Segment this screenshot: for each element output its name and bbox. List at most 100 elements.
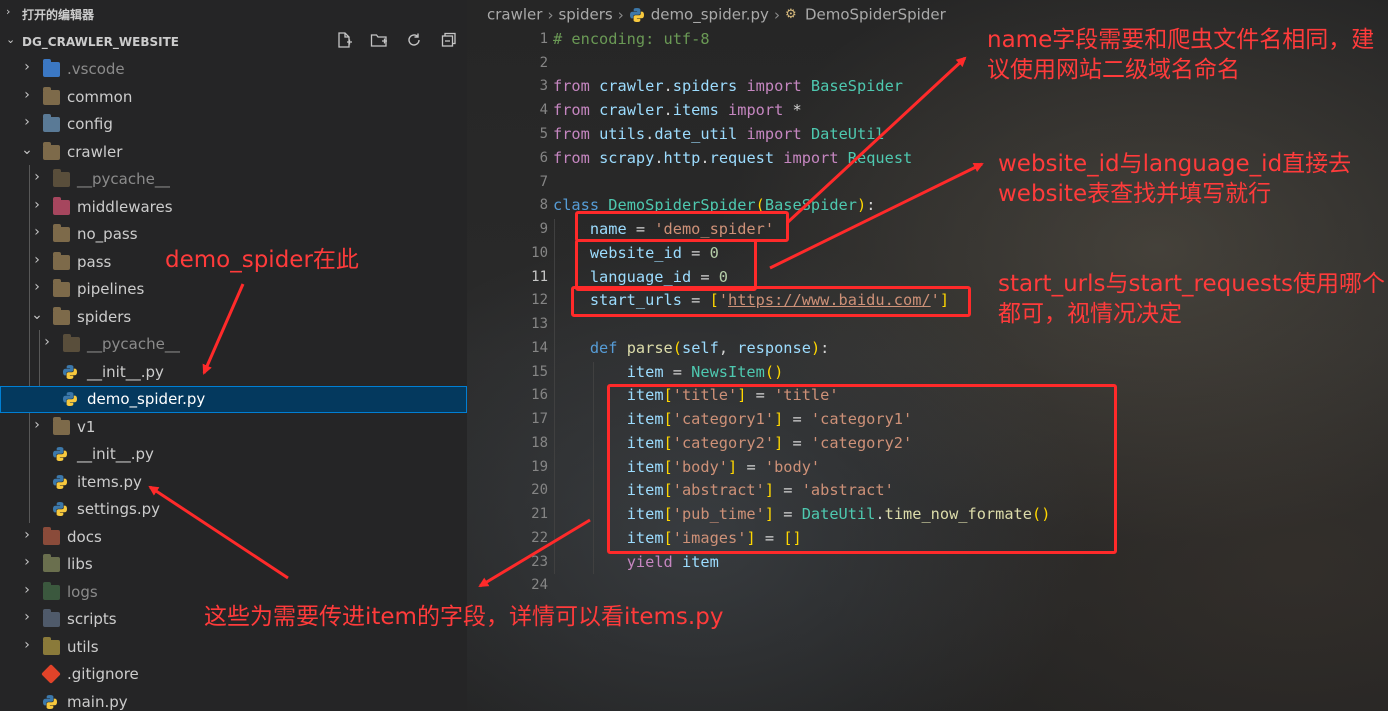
code-line[interactable]: from crawler.spiders import BaseSpider (553, 77, 903, 95)
new-folder-icon[interactable] (368, 31, 390, 53)
code-line[interactable]: from utils.date_util import DateUtil (553, 125, 885, 143)
chevron-right-icon: › (773, 5, 780, 24)
code-line[interactable]: yield item (553, 553, 719, 571)
tree-item-pycache-spiders[interactable]: › __pycache__ (0, 331, 467, 358)
python-file-icon (42, 694, 58, 710)
code-line[interactable]: item['abstract'] = 'abstract' (553, 481, 894, 499)
project-header[interactable]: ⌄ DG_CRAWLER_WEBSITE (0, 28, 467, 56)
code-line[interactable]: # encoding: utf-8 (553, 30, 710, 48)
tree-item-v1[interactable]: › v1 (0, 414, 467, 441)
folder-icon (63, 334, 80, 352)
project-label: DG_CRAWLER_WEBSITE (22, 35, 179, 49)
code-line[interactable]: def parse(self, response): (553, 339, 830, 357)
folder-open-icon (53, 307, 70, 325)
new-file-icon[interactable] (333, 31, 355, 53)
folder-icon (53, 169, 70, 187)
tree-item-label: __pycache__ (87, 335, 180, 353)
breadcrumb: crawler › spiders › demo_spider.py › ⚙ DemoSpid… (487, 5, 946, 24)
tree-item-config[interactable]: › config (0, 111, 467, 138)
code-line[interactable]: name = 'demo_spider' (553, 220, 774, 238)
breadcrumb-item[interactable]: DemoSpiderSpider (805, 6, 946, 24)
tree-item-init-spiders[interactable]: __init__.py (0, 359, 467, 386)
tree-item-label: v1 (77, 418, 96, 436)
line-number: 12 (531, 292, 548, 308)
python-file-icon (62, 391, 78, 407)
code-line[interactable]: class DemoSpiderSpider(BaseSpider): (553, 196, 875, 214)
tree-item-no-pass[interactable]: › no_pass (0, 221, 467, 248)
tree-item-label: common (67, 88, 133, 106)
tree-item-docs[interactable]: › docs (0, 524, 467, 551)
code-line[interactable]: language_id = 0 (553, 268, 728, 286)
line-number: 23 (531, 554, 548, 570)
breadcrumb-item[interactable]: demo_spider.py (651, 6, 769, 24)
tree-item-demo-spider[interactable]: demo_spider.py (0, 386, 467, 413)
chevron-right-icon: › (24, 609, 30, 625)
chevron-down-icon: ⌄ (6, 33, 16, 46)
line-number: 11 (531, 269, 548, 285)
tree-item-middlewares[interactable]: › middlewares (0, 194, 467, 221)
tree-item-init-crawler[interactable]: __init__.py (0, 441, 467, 468)
tree-item-crawler[interactable]: ⌄ crawler (0, 139, 467, 166)
chevron-right-icon: › (34, 224, 40, 240)
tree-item-utils[interactable]: › utils (0, 634, 467, 661)
chevron-right-icon: › (24, 582, 30, 598)
code-line[interactable]: item['body'] = 'body' (553, 458, 820, 476)
breadcrumb-item[interactable]: crawler (487, 6, 542, 24)
open-editors-header[interactable]: › 打开的编辑器 (0, 0, 467, 28)
code-line[interactable]: item['category1'] = 'category1' (553, 410, 913, 428)
line-number: 3 (539, 78, 548, 94)
line-number: 19 (531, 459, 548, 475)
code-line[interactable]: from crawler.items import * (553, 101, 802, 119)
code-editor[interactable]: crawler › spiders › demo_spider.py › ⚙ DemoSpid… (467, 0, 1388, 711)
tree-item-pass[interactable]: › pass (0, 249, 467, 276)
tree-item-scripts[interactable]: › scripts (0, 606, 467, 633)
python-file-icon (62, 364, 78, 380)
refresh-icon[interactable] (403, 31, 425, 53)
tree-item-main[interactable]: main.py (0, 689, 467, 711)
code-line[interactable]: item['pub_time'] = DateUtil.time_now_for… (553, 505, 1051, 523)
tree-item-label: middlewares (77, 198, 173, 216)
tree-item-gitignore[interactable]: .gitignore (0, 661, 467, 688)
chevron-right-icon: › (24, 637, 30, 653)
tree-item-label: __init__.py (87, 363, 164, 381)
code-line[interactable]: from scrapy.http.request import Request (553, 149, 912, 167)
chevron-right-icon: › (24, 527, 30, 543)
tree-item-pipelines[interactable]: › pipelines (0, 276, 467, 303)
tree-item-items[interactable]: items.py (0, 469, 467, 496)
tree-item-common[interactable]: › common (0, 84, 467, 111)
tree-item-vscode[interactable]: › .vscode (0, 56, 467, 83)
python-file-icon (52, 501, 68, 517)
tree-item-logs[interactable]: › logs (0, 579, 467, 606)
tree-item-label: config (67, 115, 113, 133)
tree-item-label: pipelines (77, 280, 145, 298)
collapse-all-icon[interactable] (438, 31, 460, 53)
code-line[interactable]: website_id = 0 (553, 244, 719, 262)
tree-item-label: utils (67, 638, 99, 656)
utils-folder-icon (43, 637, 60, 655)
code-line[interactable]: item['category2'] = 'category2' (553, 434, 913, 452)
vscode-folder-icon (43, 59, 60, 77)
tree-item-label: spiders (77, 308, 132, 326)
tree-item-label: no_pass (77, 225, 138, 243)
chevron-down-icon: ⌄ (21, 142, 33, 158)
folder-icon (53, 279, 70, 297)
code-line[interactable]: start_urls = ['https://www.baidu.com/'] (553, 291, 949, 309)
line-number: 20 (531, 482, 548, 498)
tree-item-label: .vscode (67, 60, 125, 78)
tree-item-settings[interactable]: settings.py (0, 496, 467, 523)
tree-item-spiders[interactable]: ⌄ spiders (0, 304, 467, 331)
code-line[interactable]: item = NewsItem() (553, 363, 784, 381)
code-line[interactable]: item['images'] = [] (553, 529, 802, 547)
line-number: 13 (531, 316, 548, 332)
chevron-right-icon: › (547, 5, 554, 24)
tree-item-pycache[interactable]: › __pycache__ (0, 166, 467, 193)
code-line[interactable]: item['title'] = 'title' (553, 386, 839, 404)
logs-folder-icon (43, 582, 60, 600)
git-file-icon (41, 664, 61, 684)
middleware-folder-icon (53, 197, 70, 215)
tree-item-label: __init__.py (77, 445, 154, 463)
breadcrumb-item[interactable]: spiders (558, 6, 612, 24)
tree-item-label: pass (77, 253, 112, 271)
chevron-right-icon: › (34, 279, 40, 295)
tree-item-libs[interactable]: › libs (0, 551, 467, 578)
